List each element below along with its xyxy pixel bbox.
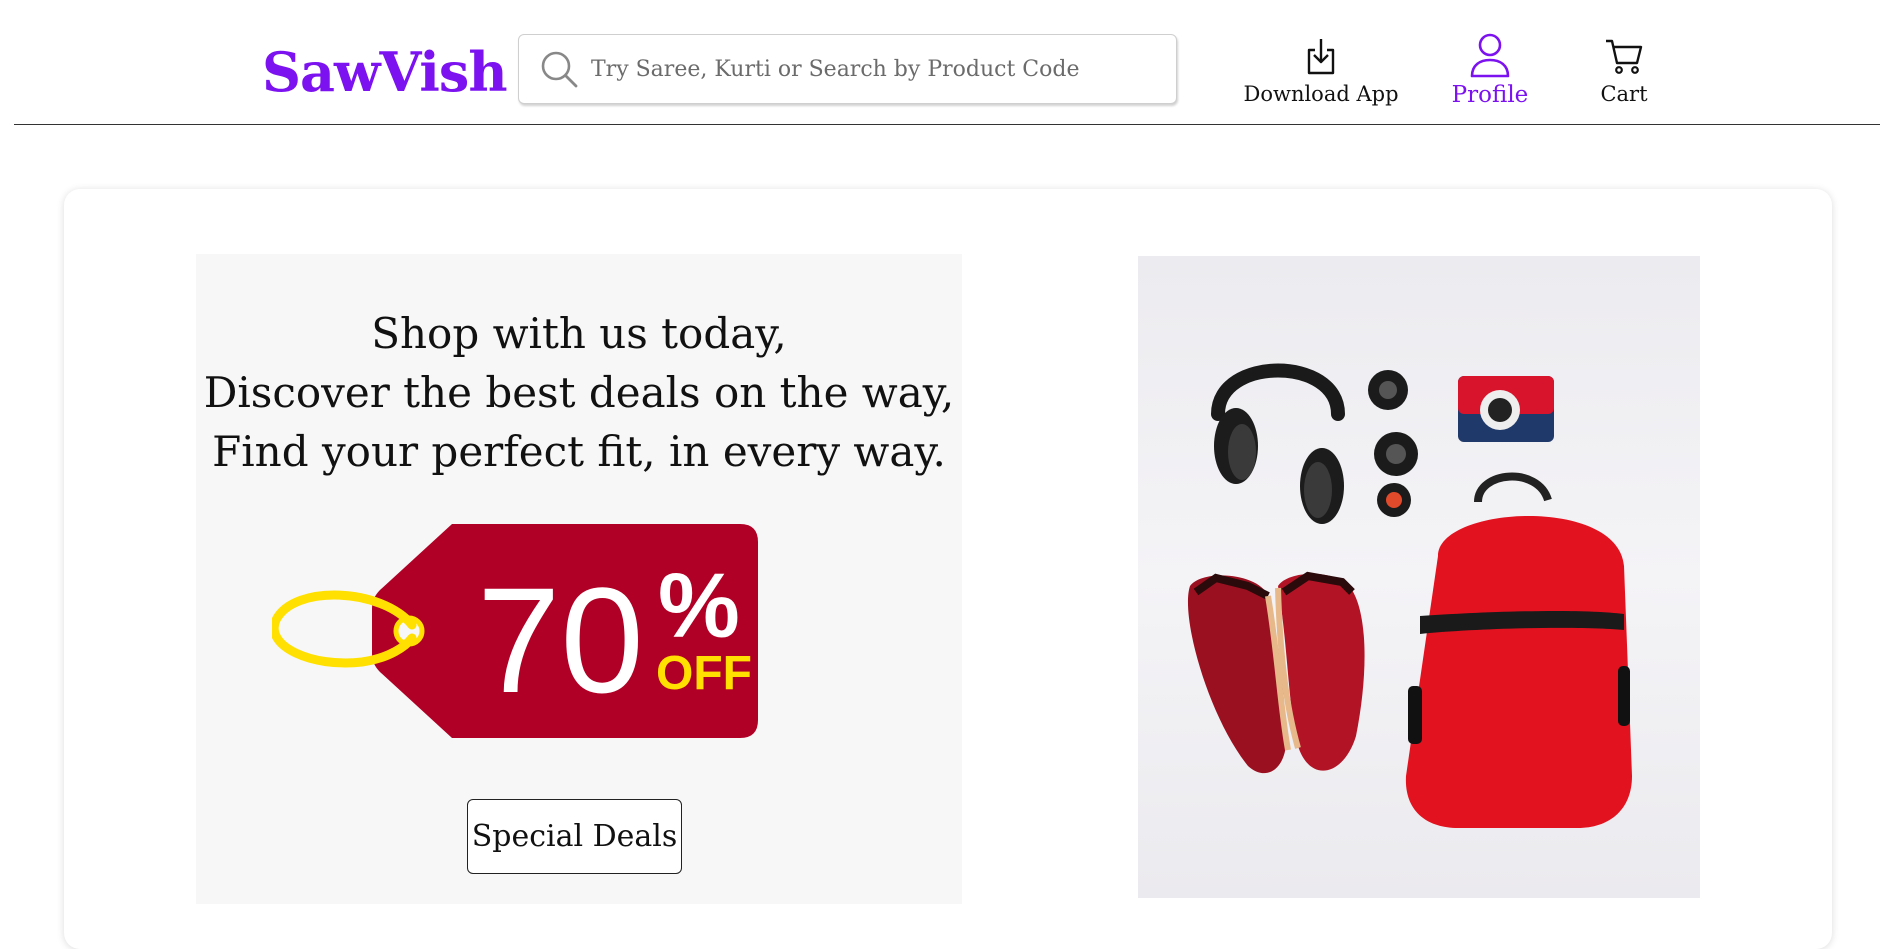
cart-link[interactable]: Cart bbox=[1596, 36, 1652, 106]
download-icon bbox=[1307, 39, 1335, 75]
download-app-label: Download App bbox=[1243, 82, 1399, 106]
tag-off: OFF bbox=[656, 647, 752, 700]
profile-link[interactable]: Profile bbox=[1450, 32, 1530, 108]
promo-line: Shop with us today, bbox=[371, 309, 787, 358]
tag-number: 70 bbox=[477, 556, 644, 724]
cart-label: Cart bbox=[1600, 82, 1648, 106]
special-deals-button[interactable]: Special Deals bbox=[467, 799, 682, 874]
profile-label: Profile bbox=[1451, 82, 1529, 108]
shoes-icon bbox=[1187, 571, 1365, 774]
search-icon bbox=[541, 51, 578, 88]
camera-icon bbox=[1458, 376, 1554, 442]
cart-icon bbox=[1606, 39, 1643, 74]
user-icon bbox=[1470, 33, 1510, 78]
site-header: SawVish Download App Profile Cart bbox=[0, 0, 1890, 125]
hero-product-image bbox=[1138, 256, 1700, 898]
header-divider bbox=[14, 124, 1880, 125]
download-app-link[interactable]: Download App bbox=[1243, 36, 1399, 106]
promo-panel: Shop with us today, Discover the best de… bbox=[196, 254, 962, 904]
backpack-icon bbox=[1405, 472, 1632, 828]
promo-text: Shop with us today, Discover the best de… bbox=[196, 304, 962, 481]
search-bar[interactable] bbox=[518, 34, 1177, 104]
search-input[interactable] bbox=[591, 35, 1176, 103]
brand-logo[interactable]: SawVish bbox=[262, 40, 508, 104]
promo-line: Find your perfect fit, in every way. bbox=[212, 427, 946, 476]
discount-tag: 70 % OFF bbox=[272, 524, 758, 738]
promo-line: Discover the best deals on the way, bbox=[203, 368, 955, 417]
products-illustration bbox=[1187, 363, 1632, 828]
tag-percent: % bbox=[658, 555, 740, 657]
headphones-icon bbox=[1211, 363, 1345, 524]
